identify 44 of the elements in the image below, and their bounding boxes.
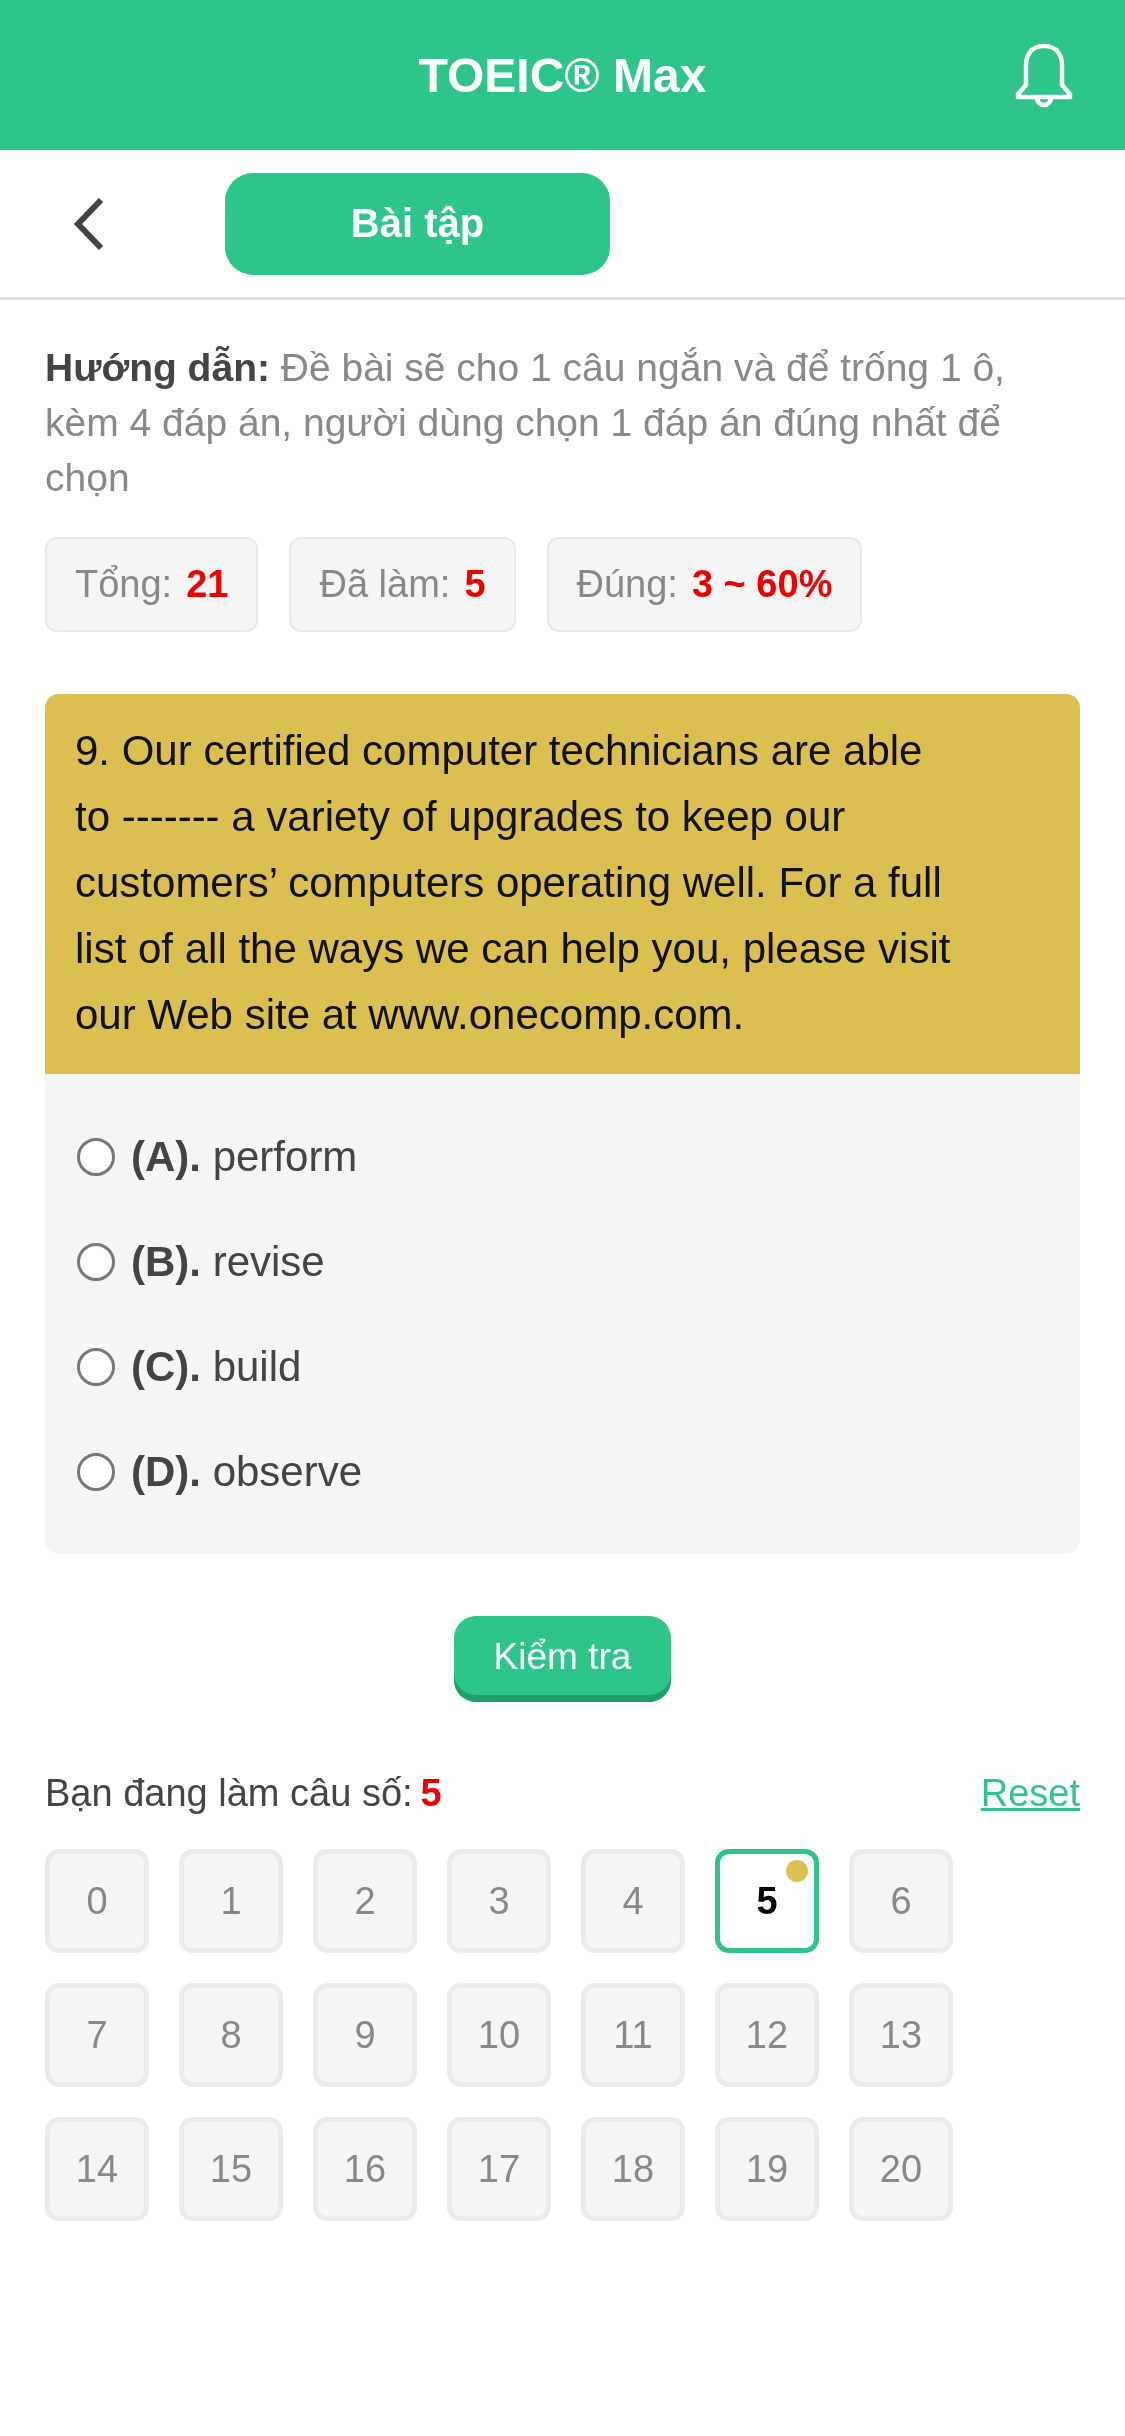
question-number-button[interactable]: 10: [447, 1983, 551, 2087]
answer-option[interactable]: (B). revise: [131, 1237, 325, 1286]
check-button[interactable]: Kiểm tra: [454, 1616, 671, 1702]
answer-option[interactable]: (C). build: [131, 1342, 302, 1391]
question-number-button[interactable]: 13: [849, 1983, 953, 2087]
radio-button[interactable]: [77, 1347, 115, 1386]
stat-value: 3 ~ 60%: [691, 563, 833, 606]
question-number-button[interactable]: 1: [179, 1849, 283, 1953]
question-number-button[interactable]: 3: [447, 1849, 551, 1953]
question-number-button[interactable]: 14: [45, 2117, 149, 2221]
question-number-button[interactable]: 19: [715, 2117, 819, 2221]
stat-value: 5: [464, 563, 486, 606]
reset-link[interactable]: Reset: [980, 1772, 1080, 1815]
question-number-button[interactable]: 7: [45, 1983, 149, 2087]
stat-value: 21: [186, 563, 229, 606]
answer-option[interactable]: (A). perform: [131, 1132, 358, 1181]
answer-option[interactable]: (D). observe: [131, 1447, 363, 1496]
question-number-button[interactable]: 2: [313, 1849, 417, 1953]
question-number-button[interactable]: 4: [581, 1849, 685, 1953]
question-text: 9. Our certified computer technicians are able to ------- a variety of upgrades to keep our customers’ computers operating well. For a full list of all the ways we can help you, please visit our Web site at www.onecomp.com.: [75, 726, 952, 1040]
question-number-button[interactable]: 17: [447, 2117, 551, 2221]
back-icon[interactable]: [73, 196, 105, 251]
exercise-button[interactable]: Bài tập: [225, 172, 610, 275]
radio-button[interactable]: [77, 1137, 115, 1176]
question-number-button[interactable]: 8: [179, 1983, 283, 2087]
question-number-button[interactable]: 5: [715, 1849, 819, 1953]
question-number-button[interactable]: 15: [179, 2117, 283, 2221]
current-question-label: Bạn đang làm câu số:: [45, 1772, 413, 1814]
question-number-button[interactable]: 11: [581, 1983, 685, 2087]
question-number-button[interactable]: 6: [849, 1849, 953, 1953]
question-number-button[interactable]: 18: [581, 2117, 685, 2221]
stat-label: Tổng:: [75, 563, 173, 606]
instructions-text: Hướng dẫn: Đề bài sẽ cho 1 câu ngắn và để trống 1 ô, kèm 4 đáp án, người dùng chọn 1 đáp án đúng nhất để chọn: [45, 345, 1006, 501]
question-number-button[interactable]: 16: [313, 2117, 417, 2221]
app-title: TOEIC® Max: [418, 47, 707, 103]
radio-button[interactable]: [77, 1452, 115, 1491]
radio-button[interactable]: [77, 1242, 115, 1281]
current-question-number: 5: [420, 1772, 442, 1814]
question-number-button[interactable]: 12: [715, 1983, 819, 2087]
stat-label: Đúng:: [576, 563, 678, 606]
stat-label: Đã làm:: [319, 563, 451, 606]
question-number-button[interactable]: 0: [45, 1849, 149, 1953]
question-number-button[interactable]: 20: [849, 2117, 953, 2221]
question-number-button[interactable]: 9: [313, 1983, 417, 2087]
